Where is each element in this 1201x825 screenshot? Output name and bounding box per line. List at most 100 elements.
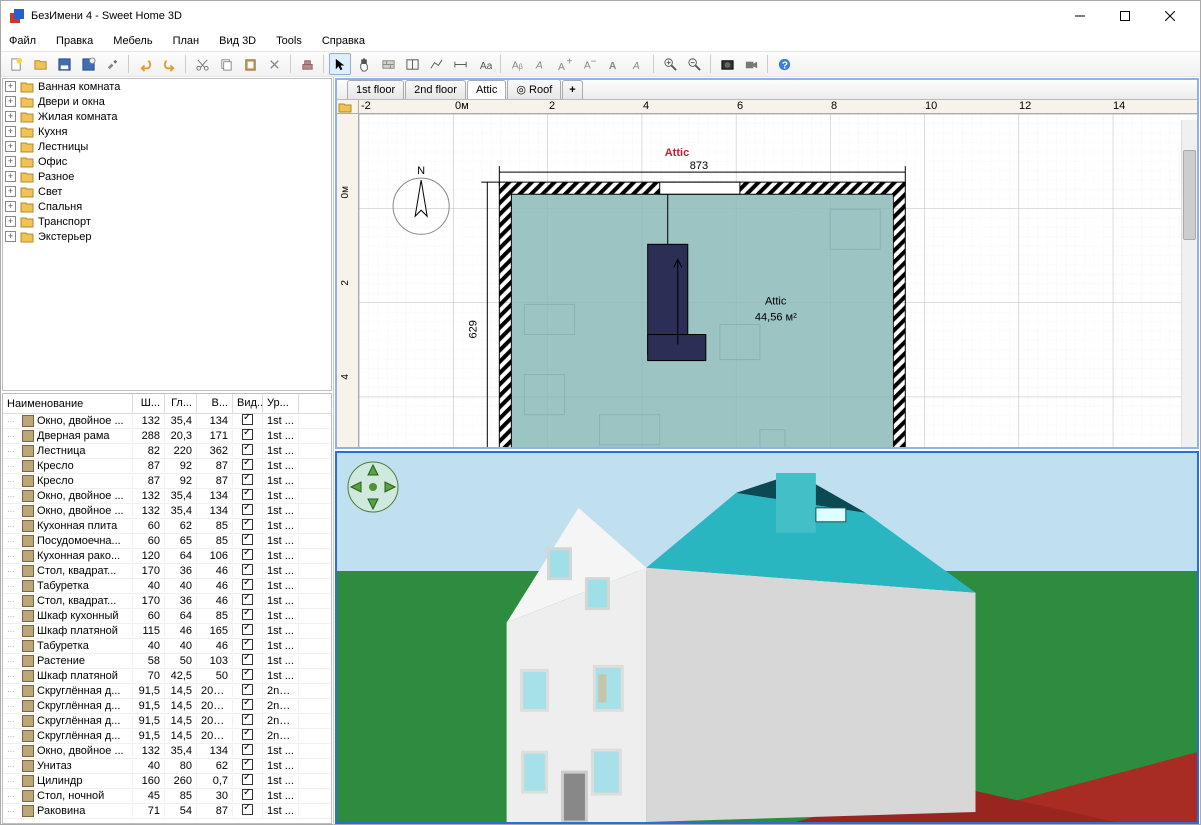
expand-icon[interactable]: +: [5, 216, 16, 227]
preferences-icon[interactable]: [101, 53, 123, 75]
visibility-checkbox[interactable]: [242, 669, 253, 680]
menu-tools[interactable]: Tools: [272, 33, 306, 49]
help-icon[interactable]: ?: [773, 53, 795, 75]
visibility-checkbox[interactable]: [242, 474, 253, 485]
expand-icon[interactable]: +: [5, 156, 16, 167]
furniture-catalog-tree[interactable]: +Ванная комната+Двери и окна+Жилая комна…: [2, 78, 332, 391]
furniture-row[interactable]: ⋯Кресло8792871st ...: [3, 459, 331, 474]
copy-icon[interactable]: [215, 53, 237, 75]
visibility-checkbox[interactable]: [242, 609, 253, 620]
visibility-checkbox[interactable]: [242, 759, 253, 770]
select-tool-icon[interactable]: [329, 53, 351, 75]
furniture-row[interactable]: ⋯Окно, двойное ...13235,41341st ...: [3, 414, 331, 429]
furniture-row[interactable]: ⋯Окно, двойное ...13235,41341st ...: [3, 504, 331, 519]
open-file-icon[interactable]: [29, 53, 51, 75]
visibility-checkbox[interactable]: [242, 729, 253, 740]
furniture-row[interactable]: ⋯Шкаф кухонный6064851st ...: [3, 609, 331, 624]
expand-icon[interactable]: +: [5, 81, 16, 92]
furniture-row[interactable]: ⋯Стол, квадрат...17036461st ...: [3, 594, 331, 609]
create-video-icon[interactable]: [740, 53, 762, 75]
visibility-checkbox[interactable]: [242, 804, 253, 815]
text-italic-icon[interactable]: A: [530, 53, 552, 75]
create-walls-icon[interactable]: [377, 53, 399, 75]
catalog-category[interactable]: +Лестницы: [3, 139, 331, 154]
undo-icon[interactable]: [134, 53, 156, 75]
plan-view[interactable]: 1st floor2nd floorAttic◎ Roof+ -20м24681…: [335, 78, 1199, 449]
furniture-row[interactable]: ⋯Окно, двойное ...13235,41341st ...: [3, 744, 331, 759]
text-bold-icon[interactable]: Aᵦ: [506, 53, 528, 75]
visibility-checkbox[interactable]: [242, 564, 253, 575]
furniture-row[interactable]: ⋯Табуретка4040461st ...: [3, 639, 331, 654]
catalog-category[interactable]: +Ванная комната: [3, 79, 331, 94]
new-file-icon[interactable]: [5, 53, 27, 75]
furniture-row[interactable]: ⋯Посудомоечна...6065851st ...: [3, 534, 331, 549]
menu-3dview[interactable]: Вид 3D: [215, 33, 260, 49]
navigate-3d-control[interactable]: [347, 461, 399, 513]
italic-icon[interactable]: A: [626, 53, 648, 75]
create-text-icon[interactable]: Aa: [473, 53, 495, 75]
catalog-category[interactable]: +Разное: [3, 169, 331, 184]
catalog-category[interactable]: +Офис: [3, 154, 331, 169]
expand-icon[interactable]: +: [5, 201, 16, 212]
minimize-button[interactable]: [1057, 2, 1102, 30]
add-furniture-icon[interactable]: [296, 53, 318, 75]
furniture-row[interactable]: ⋯Цилиндр1602600,71st ...: [3, 774, 331, 789]
create-polyline-icon[interactable]: [425, 53, 447, 75]
visibility-checkbox[interactable]: [242, 654, 253, 665]
expand-icon[interactable]: +: [5, 126, 16, 137]
visibility-checkbox[interactable]: [242, 534, 253, 545]
visibility-checkbox[interactable]: [242, 504, 253, 515]
furniture-row[interactable]: ⋯Кухонная плита6062851st ...: [3, 519, 331, 534]
view-3d[interactable]: [335, 451, 1199, 824]
visibility-checkbox[interactable]: [242, 774, 253, 785]
furniture-row[interactable]: ⋯Кухонная рако...120641061st ...: [3, 549, 331, 564]
create-rooms-icon[interactable]: [401, 53, 423, 75]
catalog-category[interactable]: +Экстерьер: [3, 229, 331, 244]
furniture-row[interactable]: ⋯Унитаз4080621st ...: [3, 759, 331, 774]
menu-plan[interactable]: План: [169, 33, 204, 49]
visibility-checkbox[interactable]: [242, 549, 253, 560]
furniture-row[interactable]: ⋯Скруглённая д...91,514,5208,52nd ...: [3, 699, 331, 714]
create-photo-icon[interactable]: [716, 53, 738, 75]
visibility-checkbox[interactable]: [242, 639, 253, 650]
furniture-list-table[interactable]: Наименование Ш... Гл... В... Вид... Ур..…: [2, 393, 332, 824]
furniture-row[interactable]: ⋯Табуретка4040461st ...: [3, 579, 331, 594]
level-tab[interactable]: Attic: [467, 80, 506, 99]
expand-icon[interactable]: +: [5, 96, 16, 107]
col-width[interactable]: Ш...: [133, 394, 165, 413]
level-tab[interactable]: ◎ Roof: [507, 79, 561, 99]
catalog-category[interactable]: +Свет: [3, 184, 331, 199]
visibility-checkbox[interactable]: [242, 594, 253, 605]
delete-icon[interactable]: [263, 53, 285, 75]
expand-icon[interactable]: +: [5, 231, 16, 242]
visibility-checkbox[interactable]: [242, 684, 253, 695]
visibility-checkbox[interactable]: [242, 519, 253, 530]
visibility-checkbox[interactable]: [242, 714, 253, 725]
visibility-checkbox[interactable]: [242, 444, 253, 455]
redo-icon[interactable]: [158, 53, 180, 75]
col-height[interactable]: В...: [197, 394, 233, 413]
expand-icon[interactable]: +: [5, 171, 16, 182]
furniture-row[interactable]: ⋯Окно, двойное ...13235,41341st ...: [3, 489, 331, 504]
level-tab[interactable]: 1st floor: [347, 80, 404, 99]
furniture-row[interactable]: ⋯Шкаф платяной7042,5501st ...: [3, 669, 331, 684]
save-icon[interactable]: [53, 53, 75, 75]
visibility-checkbox[interactable]: [242, 579, 253, 590]
menu-edit[interactable]: Правка: [52, 33, 97, 49]
furniture-row[interactable]: ⋯Кресло8792871st ...: [3, 474, 331, 489]
col-level[interactable]: Ур...: [263, 394, 299, 413]
zoom-in-icon[interactable]: [659, 53, 681, 75]
catalog-category[interactable]: +Жилая комната: [3, 109, 331, 124]
furniture-row[interactable]: ⋯Скруглённая д...91,514,5208,52nd ...: [3, 684, 331, 699]
furniture-table-header[interactable]: Наименование Ш... Гл... В... Вид... Ур..…: [3, 394, 331, 414]
menu-help[interactable]: Справка: [318, 33, 369, 49]
pan-tool-icon[interactable]: [353, 53, 375, 75]
furniture-row[interactable]: ⋯Шкаф платяной115461651st ...: [3, 624, 331, 639]
visibility-checkbox[interactable]: [242, 744, 253, 755]
decrease-text-icon[interactable]: A−: [578, 53, 600, 75]
furniture-row[interactable]: ⋯Растение58501031st ...: [3, 654, 331, 669]
save-prefs-icon[interactable]: [77, 53, 99, 75]
menu-file[interactable]: Файл: [5, 33, 40, 49]
col-depth[interactable]: Гл...: [165, 394, 197, 413]
menu-furniture[interactable]: Мебель: [109, 33, 156, 49]
